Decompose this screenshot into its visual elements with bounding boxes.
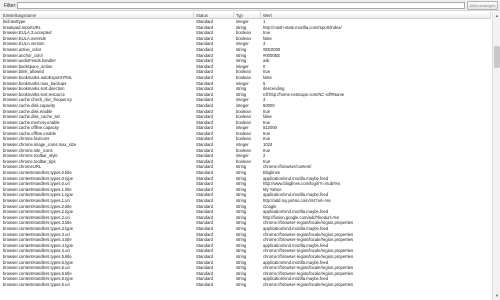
row-type-cell: string	[236, 281, 247, 287]
show-all-button[interactable]: Alles anzeigen	[467, 1, 498, 10]
filter-label: Filter:	[4, 3, 17, 9]
filter-bar: Filter: Alles anzeigen	[0, 0, 500, 11]
scroll-thumb[interactable]	[494, 46, 500, 68]
scroll-down-arrow-icon[interactable]: ▼	[494, 293, 500, 299]
column-header-type[interactable]: Typ	[234, 12, 261, 19]
table-header: Einstellungsname Status Typ Wert	[1, 12, 491, 19]
row-name-cell: browser.contentHandlers.types.6.uri	[3, 281, 70, 287]
scroll-up-arrow-icon[interactable]: ▲	[494, 13, 500, 19]
column-header-value[interactable]: Wert	[261, 12, 491, 19]
row-status-cell: Standard	[196, 281, 213, 287]
filter-input[interactable]	[17, 2, 465, 9]
table-body: bidi.texttype Standard integer 1 breakpad.re…	[1, 19, 491, 288]
column-header-status[interactable]: Status	[194, 12, 234, 19]
column-header-name[interactable]: Einstellungsname	[1, 12, 194, 19]
vertical-scrollbar[interactable]: ▲ ▼	[492, 12, 500, 300]
preferences-table: Einstellungsname Status Typ Wert bidi.te…	[1, 12, 491, 300]
row-value-cell: chrome://browser-region/locale/region.pr…	[263, 281, 354, 287]
table-row[interactable]: browser.contentHandlers.types.6.uri Stand…	[1, 282, 491, 288]
